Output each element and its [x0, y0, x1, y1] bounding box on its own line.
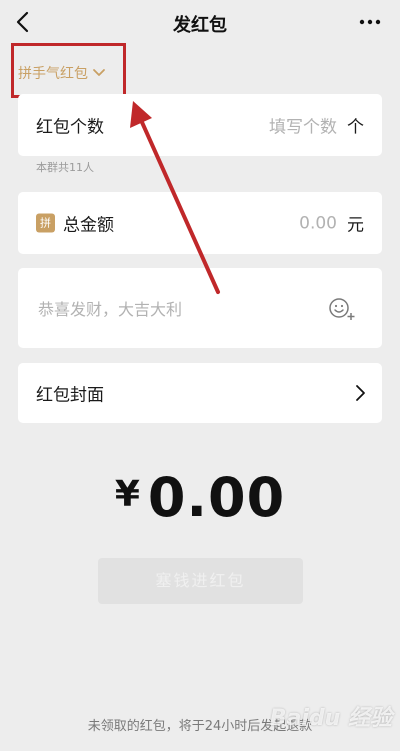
currency-symbol: ¥	[114, 474, 140, 515]
total-amount-input-area[interactable]: 0.00 元	[299, 211, 364, 236]
total-display: ¥0.00	[0, 466, 400, 529]
wish-message-card[interactable]: 恭喜发财，大吉大利	[18, 268, 382, 348]
total-amount-value: 0.00	[147, 466, 286, 529]
wish-message-input[interactable]: 恭喜发财，大吉大利	[38, 296, 182, 320]
packet-count-card[interactable]: 红包个数 填写个数 个	[18, 94, 382, 156]
packet-count-unit: 个	[347, 117, 364, 138]
total-amount-unit: 元	[347, 215, 364, 236]
packet-count-input[interactable]: 填写个数	[269, 113, 337, 138]
more-button[interactable]	[358, 10, 382, 34]
header-bar: 发红包	[0, 0, 400, 44]
packet-count-label: 红包个数	[36, 117, 104, 138]
page-title: 发红包	[173, 15, 227, 36]
pin-badge-icon: 拼	[36, 213, 55, 233]
total-amount-card[interactable]: 拼 总金额 0.00 元	[18, 192, 382, 254]
emoji-add-icon[interactable]	[327, 295, 357, 321]
group-member-hint: 本群共11人	[36, 161, 94, 174]
packet-count-input-area[interactable]: 填写个数 个	[269, 113, 364, 138]
total-amount-input[interactable]: 0.00	[299, 213, 337, 233]
chevron-right-icon	[356, 385, 365, 401]
packet-cover-label: 红包封面	[36, 385, 104, 406]
submit-packet-button[interactable]: 塞钱进红包	[98, 558, 303, 604]
more-dots-icon	[359, 19, 381, 25]
total-amount-label: 总金额	[63, 215, 114, 236]
watermark: Baidu 经验	[269, 706, 392, 731]
annotation-highlight-box	[11, 43, 126, 98]
packet-cover-row[interactable]: 红包封面	[18, 363, 382, 423]
